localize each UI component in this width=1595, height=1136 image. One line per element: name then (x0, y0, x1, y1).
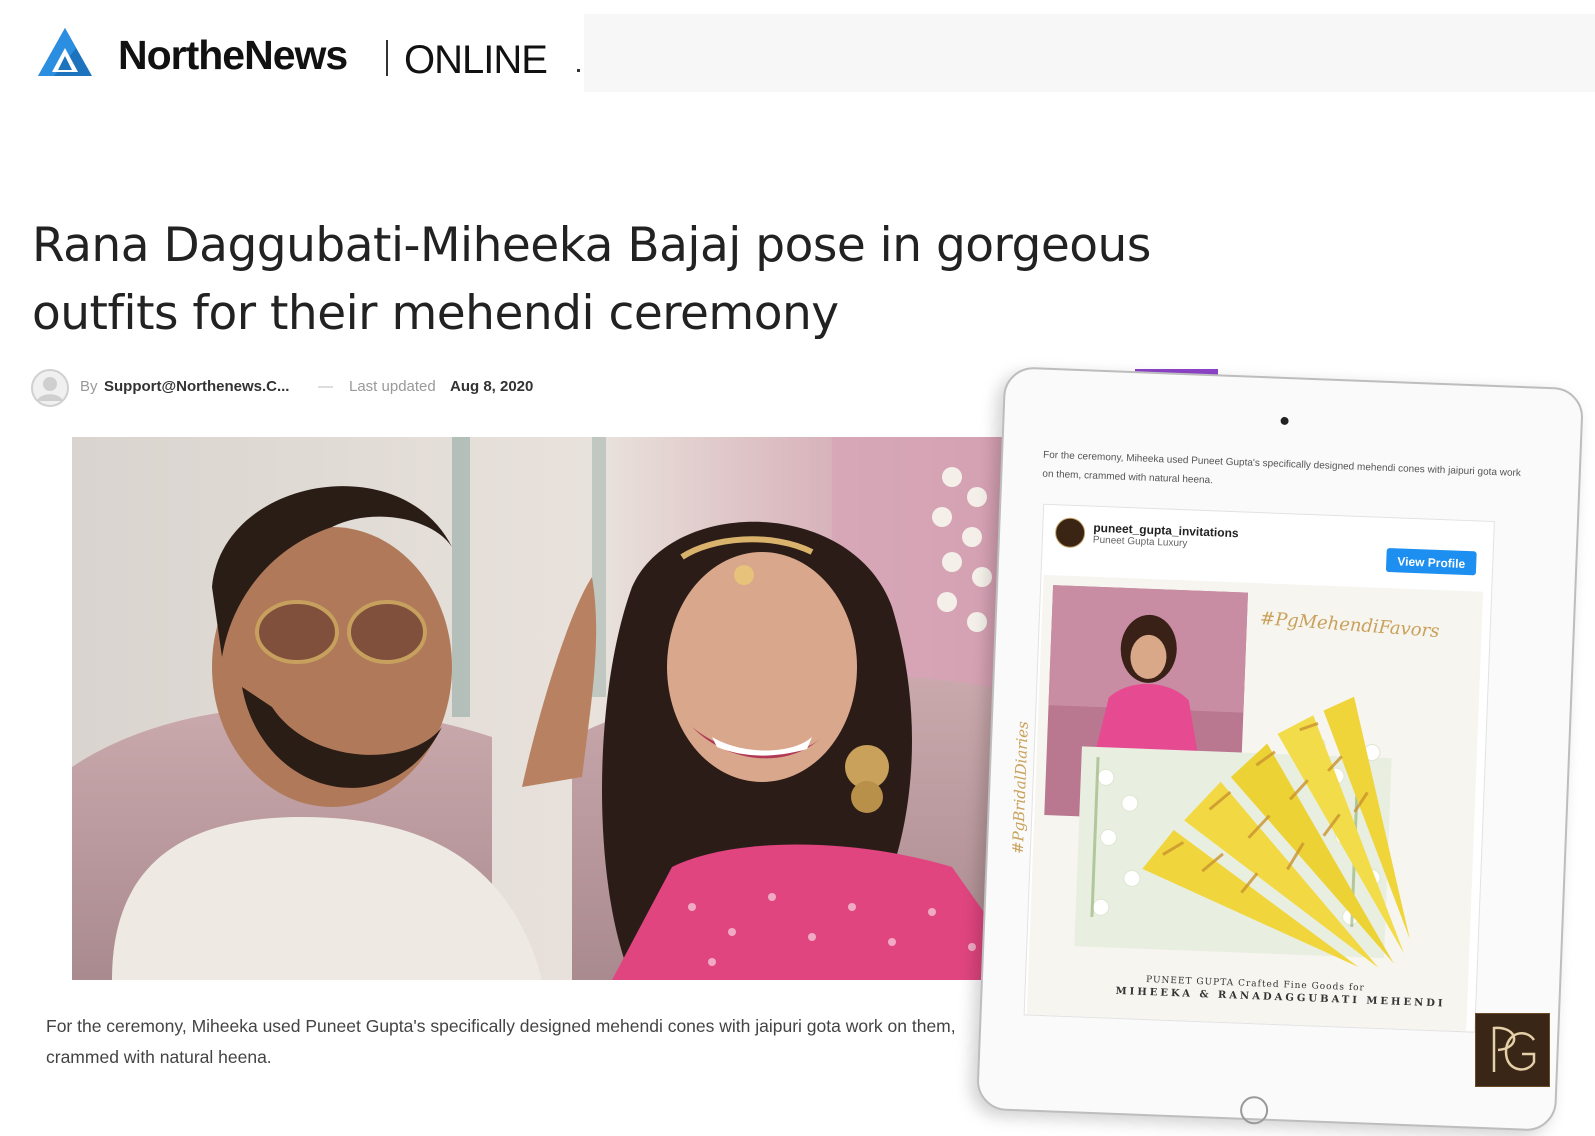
triangle-logo-icon (38, 28, 92, 76)
last-updated-date: Aug 8, 2020 (450, 378, 534, 395)
meta-separator: — (318, 378, 333, 395)
tablet-home-button (1239, 1095, 1269, 1125)
instagram-subtitle: Puneet Gupta Luxury (1092, 534, 1188, 550)
instagram-embed: puneet_gupta_invitations Puneet Gupta Lu… (1009, 503, 1495, 1033)
image-caption: For the ceremony, Miheeka used Puneet Gu… (46, 1016, 956, 1067)
logo-dot (577, 69, 580, 72)
site-logo[interactable]: NortheNews ONLINE (16, 14, 584, 92)
tablet-caption: For the ceremony, Miheeka used Puneet Gu… (1042, 449, 1522, 487)
author-by-label: By (80, 378, 98, 395)
instagram-hashtag-side: #PgBridalDiaries (1008, 720, 1032, 855)
tablet-camera (1280, 416, 1289, 426)
instagram-post-image (1026, 574, 1484, 1032)
instagram-avatar[interactable] (1054, 517, 1086, 549)
site-header: NortheNews ONLINE (16, 14, 1595, 92)
brand-name: NortheNews (118, 32, 348, 78)
brand-suffix: ONLINE (404, 38, 548, 82)
view-profile-button[interactable]: View Profile (1385, 547, 1477, 576)
pg-monogram-icon (1475, 1013, 1550, 1087)
user-avatar-icon[interactable] (31, 369, 69, 407)
last-updated-label: Last updated (349, 378, 436, 395)
article-title: Rana Daggubati-Miheeka Bajaj pose in gor… (32, 218, 1151, 341)
author-link[interactable]: Support@Northenews.C... (104, 378, 289, 395)
article-featured-image (72, 437, 1032, 980)
logo-divider (386, 40, 388, 76)
